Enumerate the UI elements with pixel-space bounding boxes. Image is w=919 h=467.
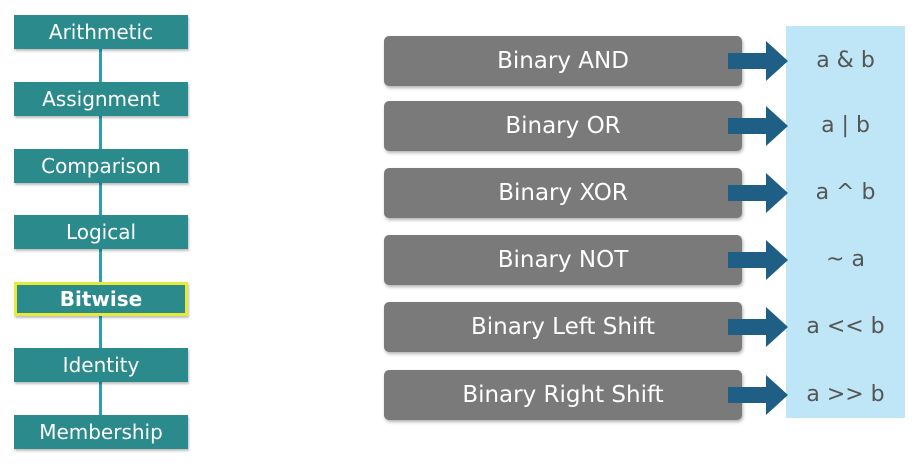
category-logical[interactable]: Logical: [14, 215, 188, 249]
operator-name: Binary XOR: [384, 168, 742, 218]
operator-symbol: a << b: [806, 314, 885, 339]
operator-symbol: a & b: [816, 48, 875, 73]
right-arrow-icon: [728, 41, 788, 81]
diagram-canvas: Arithmetic Assignment Comparison Logical…: [0, 0, 919, 467]
right-arrow-icon: [728, 173, 788, 213]
category-identity[interactable]: Identity: [14, 348, 188, 382]
operator-symbol: a | b: [821, 113, 870, 138]
operator-row: Binary OR a | b: [384, 101, 905, 151]
category-bitwise[interactable]: Bitwise: [14, 282, 188, 316]
category-assignment[interactable]: Assignment: [14, 82, 188, 116]
operator-symbol: a >> b: [806, 382, 885, 407]
operator-name: Binary Right Shift: [384, 370, 742, 420]
operator-row: Binary Left Shift a << b: [384, 302, 905, 352]
category-comparison[interactable]: Comparison: [14, 149, 188, 183]
operator-symbol: a ^ b: [815, 180, 876, 205]
operator-symbol: ~ a: [826, 247, 865, 272]
operator-row: Binary XOR a ^ b: [384, 168, 905, 218]
operator-name: Binary AND: [384, 36, 742, 86]
right-arrow-icon: [728, 106, 788, 146]
operator-row: Binary AND a & b: [384, 36, 905, 86]
category-membership[interactable]: Membership: [14, 415, 188, 449]
right-arrow-icon: [728, 375, 788, 415]
category-arithmetic[interactable]: Arithmetic: [14, 15, 188, 49]
operator-row: Binary Right Shift a >> b: [384, 370, 905, 420]
right-arrow-icon: [728, 307, 788, 347]
operator-name: Binary NOT: [384, 235, 742, 285]
operator-name: Binary OR: [384, 101, 742, 151]
operator-name: Binary Left Shift: [384, 302, 742, 352]
right-arrow-icon: [728, 240, 788, 280]
operator-row: Binary NOT ~ a: [384, 235, 905, 285]
